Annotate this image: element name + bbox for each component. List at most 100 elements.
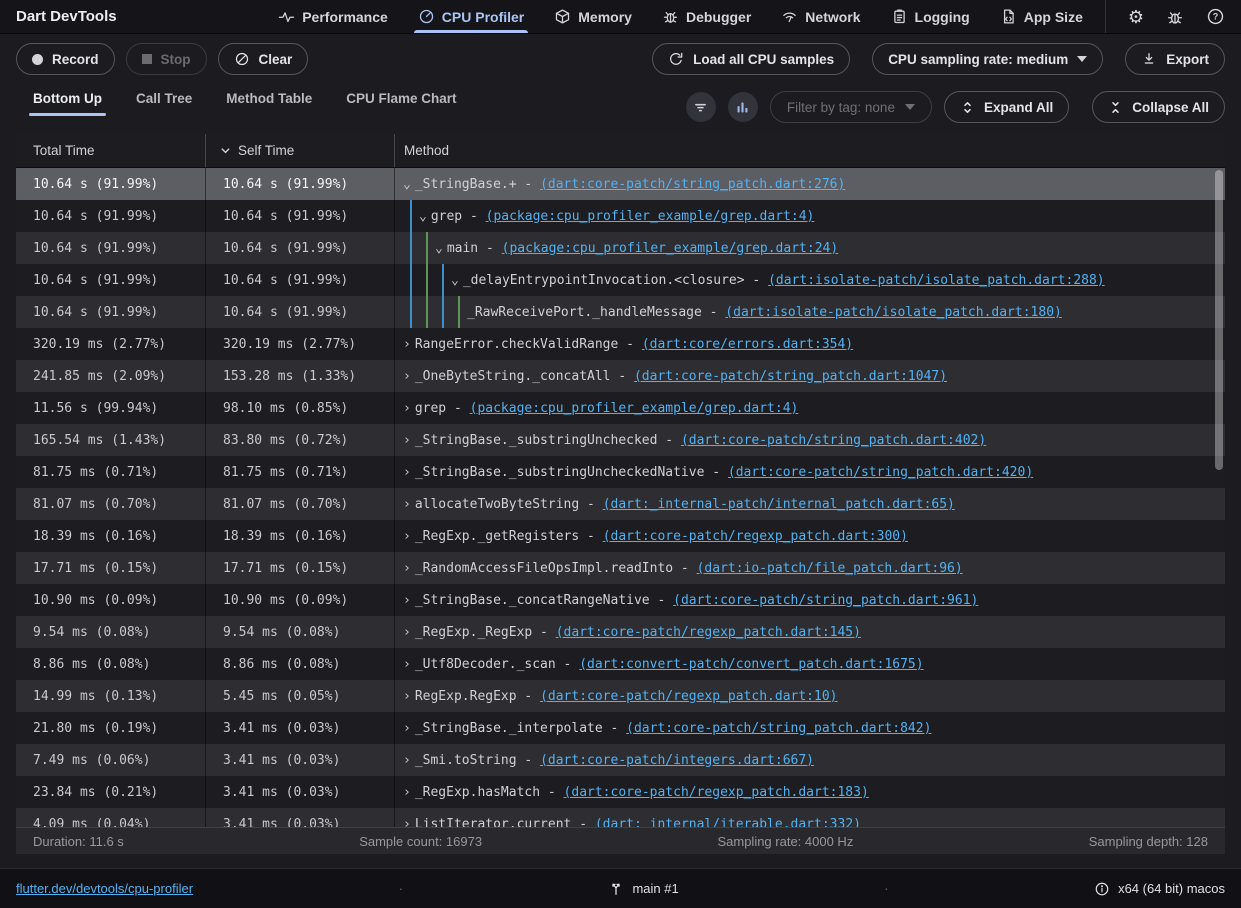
tab-cpu-flame-chart[interactable]: CPU Flame Chart: [346, 91, 456, 118]
filter-button[interactable]: [686, 92, 716, 122]
table-row[interactable]: 8.86 ms (0.08%) 8.86 ms (0.08%) ›_Utf8De…: [16, 648, 1225, 680]
tree-indent-guide: [442, 296, 444, 328]
source-link[interactable]: (package:cpu_profiler_example/grep.dart:…: [502, 241, 839, 256]
chevron-collapsed-icon[interactable]: ›: [403, 657, 411, 672]
table-row[interactable]: 165.54 ms (1.43%) 83.80 ms (0.72%) ›_Str…: [16, 424, 1225, 456]
chevron-collapsed-icon[interactable]: ›: [403, 497, 411, 512]
nav-tab-logging[interactable]: Logging: [891, 0, 970, 33]
chevron-collapsed-icon[interactable]: ›: [403, 401, 411, 416]
column-header-total-time[interactable]: Total Time: [16, 134, 206, 167]
source-link[interactable]: (dart:isolate-patch/isolate_patch.dart:2…: [768, 273, 1105, 288]
table-row[interactable]: 10.64 s (91.99%) 10.64 s (91.99%) _RawRe…: [16, 296, 1225, 328]
table-row[interactable]: 11.56 s (99.94%) 98.10 ms (0.85%) ›grep …: [16, 392, 1225, 424]
source-link[interactable]: (dart:core-patch/string_patch.dart:402): [681, 433, 986, 448]
docs-link[interactable]: flutter.dev/devtools/cpu-profiler: [16, 881, 193, 896]
source-link[interactable]: (dart:_internal/iterable.dart:332): [595, 817, 861, 828]
chevron-expanded-icon[interactable]: ⌄: [435, 241, 443, 256]
source-link[interactable]: (dart:core-patch/string_patch.dart:842): [626, 721, 931, 736]
table-row[interactable]: 241.85 ms (2.09%) 153.28 ms (1.33%) ›_On…: [16, 360, 1225, 392]
isolate-selector[interactable]: main #1: [608, 881, 678, 897]
table-row[interactable]: 17.71 ms (0.15%) 17.71 ms (0.15%) ›_Rand…: [16, 552, 1225, 584]
chevron-collapsed-icon[interactable]: ›: [403, 689, 411, 704]
record-button[interactable]: Record: [16, 43, 115, 75]
help-icon: ?: [1206, 7, 1225, 26]
total-time-cell: 21.80 ms (0.19%): [16, 712, 206, 744]
chevron-expanded-icon[interactable]: ⌄: [403, 177, 411, 192]
source-link[interactable]: (dart:core-patch/string_patch.dart:276): [540, 177, 845, 192]
vertical-scrollbar[interactable]: [1215, 170, 1223, 470]
nav-tab-network[interactable]: Network: [781, 0, 860, 33]
chevron-collapsed-icon[interactable]: ›: [403, 529, 411, 544]
total-time-cell: 165.54 ms (1.43%): [16, 424, 206, 456]
display-options-button[interactable]: [728, 92, 758, 122]
table-row[interactable]: 18.39 ms (0.16%) 18.39 ms (0.16%) ›_RegE…: [16, 520, 1225, 552]
help-button[interactable]: ?: [1206, 7, 1225, 26]
method-separator: -: [618, 337, 641, 352]
tab-call-tree[interactable]: Call Tree: [136, 91, 192, 118]
chevron-collapsed-icon[interactable]: ›: [403, 785, 411, 800]
source-link[interactable]: (dart:io-patch/file_patch.dart:96): [697, 561, 963, 576]
source-link[interactable]: (dart:isolate-patch/isolate_patch.dart:1…: [725, 305, 1062, 320]
tab-bottom-up[interactable]: Bottom Up: [33, 91, 102, 118]
nav-tab-performance[interactable]: Performance: [278, 0, 388, 33]
chevron-collapsed-icon[interactable]: ›: [403, 369, 411, 384]
table-row[interactable]: 9.54 ms (0.08%) 9.54 ms (0.08%) ›_RegExp…: [16, 616, 1225, 648]
chevron-collapsed-icon[interactable]: ›: [403, 593, 411, 608]
table-row[interactable]: 81.75 ms (0.71%) 81.75 ms (0.71%) ›_Stri…: [16, 456, 1225, 488]
source-link[interactable]: (dart:core-patch/string_patch.dart:961): [673, 593, 978, 608]
source-link[interactable]: (dart:core-patch/regexp_patch.dart:183): [564, 785, 869, 800]
nav-tab-debugger[interactable]: Debugger: [662, 0, 751, 33]
nav-tab-memory[interactable]: Memory: [554, 0, 632, 33]
chevron-collapsed-icon[interactable]: ›: [403, 465, 411, 480]
source-link[interactable]: (dart:core/errors.dart:354): [642, 337, 853, 352]
nav-tab-app-size[interactable]: App Size: [1000, 0, 1083, 33]
chevron-expanded-icon[interactable]: ⌄: [419, 209, 427, 224]
filter-by-tag-dropdown[interactable]: Filter by tag: none: [770, 91, 932, 123]
export-button[interactable]: Export: [1125, 43, 1225, 75]
nav-tab-cpu-profiler[interactable]: CPU Profiler: [418, 0, 524, 33]
self-time-cell: 3.41 ms (0.03%): [206, 808, 395, 827]
collapse-all-button[interactable]: Collapse All: [1092, 91, 1225, 123]
chevron-collapsed-icon[interactable]: ›: [403, 753, 411, 768]
chevron-collapsed-icon[interactable]: ›: [403, 433, 411, 448]
source-link[interactable]: (package:cpu_profiler_example/grep.dart:…: [486, 209, 815, 224]
table-row[interactable]: 320.19 ms (2.77%) 320.19 ms (2.77%) ›Ran…: [16, 328, 1225, 360]
table-row[interactable]: 23.84 ms (0.21%) 3.41 ms (0.03%) ›_RegEx…: [16, 776, 1225, 808]
table-row[interactable]: 14.99 ms (0.13%) 5.45 ms (0.05%) ›RegExp…: [16, 680, 1225, 712]
tab-method-table[interactable]: Method Table: [226, 91, 312, 118]
source-link[interactable]: (package:cpu_profiler_example/grep.dart:…: [470, 401, 799, 416]
table-row[interactable]: 4.09 ms (0.04%) 3.41 ms (0.03%) ›ListIte…: [16, 808, 1225, 827]
cpu-sampling-rate-dropdown[interactable]: CPU sampling rate: medium: [872, 43, 1103, 75]
table-row[interactable]: 10.64 s (91.99%) 10.64 s (91.99%) ⌄_Stri…: [16, 168, 1225, 200]
report-bug-button[interactable]: [1166, 8, 1184, 26]
table-row[interactable]: 10.64 s (91.99%) 10.64 s (91.99%) ⌄grep …: [16, 200, 1225, 232]
table-row[interactable]: 10.64 s (91.99%) 10.64 s (91.99%) ⌄_dela…: [16, 264, 1225, 296]
total-time-cell: 10.64 s (91.99%): [16, 168, 206, 200]
source-link[interactable]: (dart:convert-patch/convert_patch.dart:1…: [579, 657, 923, 672]
source-link[interactable]: (dart:_internal-patch/internal_patch.dar…: [603, 497, 955, 512]
table-row[interactable]: 10.90 ms (0.09%) 10.90 ms (0.09%) ›_Stri…: [16, 584, 1225, 616]
source-link[interactable]: (dart:core-patch/string_patch.dart:420): [728, 465, 1033, 480]
chevron-collapsed-icon[interactable]: ›: [403, 337, 411, 352]
table-row[interactable]: 81.07 ms (0.70%) 81.07 ms (0.70%) ›alloc…: [16, 488, 1225, 520]
table-row[interactable]: 21.80 ms (0.19%) 3.41 ms (0.03%) ›_Strin…: [16, 712, 1225, 744]
table-row[interactable]: 7.49 ms (0.06%) 3.41 ms (0.03%) ›_Smi.to…: [16, 744, 1225, 776]
load-all-cpu-samples-button[interactable]: Load all CPU samples: [652, 43, 850, 75]
column-header-self-time[interactable]: Self Time: [206, 134, 395, 167]
clear-button[interactable]: Clear: [218, 43, 309, 75]
source-link[interactable]: (dart:core-patch/regexp_patch.dart:300): [603, 529, 908, 544]
chevron-collapsed-icon[interactable]: ›: [403, 625, 411, 640]
source-link[interactable]: (dart:core-patch/regexp_patch.dart:10): [540, 689, 837, 704]
chevron-collapsed-icon[interactable]: ›: [403, 561, 411, 576]
chevron-collapsed-icon[interactable]: ›: [403, 817, 411, 828]
settings-button[interactable]: ⚙: [1128, 8, 1144, 26]
source-link[interactable]: (dart:core-patch/regexp_patch.dart:145): [556, 625, 861, 640]
chevron-expanded-icon[interactable]: ⌄: [451, 273, 459, 288]
source-link[interactable]: (dart:core-patch/string_patch.dart:1047): [634, 369, 947, 384]
stop-button[interactable]: Stop: [126, 43, 207, 75]
column-header-method[interactable]: Method: [395, 134, 1225, 167]
table-row[interactable]: 10.64 s (91.99%) 10.64 s (91.99%) ⌄main …: [16, 232, 1225, 264]
source-link[interactable]: (dart:core-patch/integers.dart:667): [540, 753, 814, 768]
expand-all-button[interactable]: Expand All: [944, 91, 1069, 123]
chevron-collapsed-icon[interactable]: ›: [403, 721, 411, 736]
